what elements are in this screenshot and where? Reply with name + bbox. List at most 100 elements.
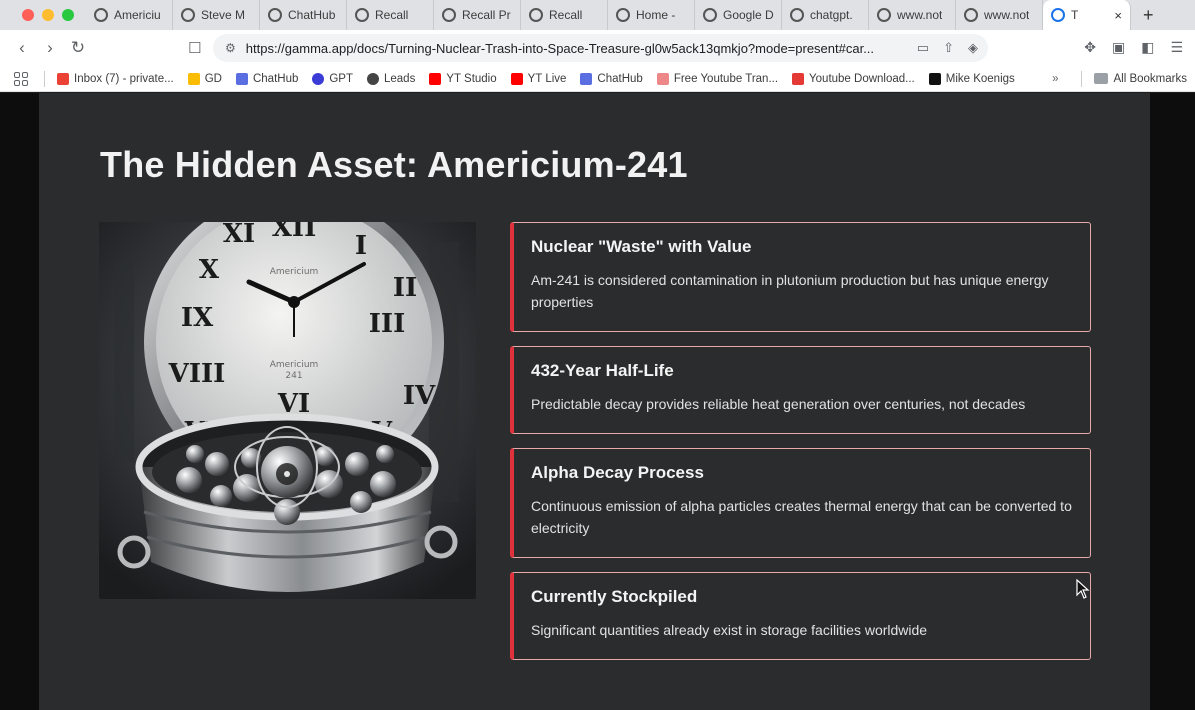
bookmark-label: GD bbox=[204, 72, 222, 85]
slide-title: The Hidden Asset: Americium-241 bbox=[100, 144, 688, 185]
tab-favicon-icon bbox=[181, 8, 195, 22]
bookmark-label: Leads bbox=[384, 72, 416, 85]
bookmark-item[interactable]: Youtube Download... bbox=[792, 72, 915, 85]
svg-text:IV: IV bbox=[403, 381, 436, 411]
tab-favicon-icon bbox=[442, 8, 456, 22]
more-bookmarks-button[interactable]: » bbox=[1052, 73, 1058, 85]
clock-label-number: 241 bbox=[285, 371, 302, 381]
share-icon[interactable]: ⇧ bbox=[943, 40, 954, 56]
brave-shield-icon[interactable]: ◈ bbox=[968, 40, 978, 56]
tab-active[interactable]: T × bbox=[1043, 0, 1131, 30]
tab-favicon-icon bbox=[616, 8, 630, 22]
all-bookmarks-label: All Bookmarks bbox=[1113, 72, 1188, 85]
site-info-icon[interactable]: ⚙ bbox=[225, 41, 236, 55]
bookmark-item[interactable]: Mike Koenigs bbox=[928, 72, 1015, 85]
bookmarks-separator bbox=[1080, 70, 1082, 87]
tab-bar: Americiu Steve M ChatHub Recall Recall P… bbox=[0, 0, 1195, 30]
youtube-icon bbox=[510, 72, 523, 85]
tab-label: Steve M bbox=[201, 8, 246, 22]
tab-label: ChatHub bbox=[288, 8, 336, 22]
svg-text:II: II bbox=[393, 273, 417, 303]
tab[interactable]: Google D bbox=[695, 0, 782, 30]
tab[interactable]: Recall Pr bbox=[434, 0, 521, 30]
card-body: Predictable decay provides reliable heat… bbox=[531, 396, 1026, 412]
bookmark-item[interactable]: GD bbox=[187, 72, 222, 85]
close-window-button[interactable] bbox=[22, 9, 34, 21]
bookmark-label: YT Live bbox=[527, 72, 567, 85]
gmail-icon bbox=[57, 72, 69, 85]
americium-clock-image: XII I II III IV V VI VII VIII IX X XI Am… bbox=[99, 222, 476, 599]
clock-label-top: Americium bbox=[270, 267, 319, 277]
card-heading: Alpha Decay Process bbox=[531, 463, 704, 482]
bookmark-item[interactable]: ChatHub bbox=[235, 72, 299, 85]
minimize-window-button[interactable] bbox=[42, 9, 54, 21]
tab-label: Recall bbox=[375, 8, 409, 22]
all-bookmarks-button[interactable]: All Bookmarks bbox=[1093, 72, 1188, 85]
sidebar-icon[interactable]: ◧ bbox=[1141, 39, 1154, 56]
new-tab-button[interactable]: + bbox=[1143, 5, 1154, 26]
tab-favicon-icon bbox=[964, 8, 978, 22]
drive-icon bbox=[187, 72, 200, 85]
bookmark-item[interactable]: Inbox (7) - private... bbox=[57, 72, 174, 85]
card-body: Significant quantities already exist in … bbox=[531, 622, 928, 638]
tab[interactable]: Recall bbox=[347, 0, 434, 30]
svg-text:XI: XI bbox=[223, 222, 255, 249]
svg-text:X: X bbox=[199, 255, 220, 285]
bookmark-item[interactable]: YT Live bbox=[510, 72, 567, 85]
card-body: Continuous emission of alpha particles c… bbox=[531, 498, 1072, 536]
tab[interactable]: chatgpt. bbox=[782, 0, 869, 30]
tab-favicon-icon bbox=[703, 8, 717, 22]
feature-card: 432-Year Half-Life Predictable decay pro… bbox=[510, 346, 1091, 434]
bookmark-label: ChatHub bbox=[252, 72, 299, 85]
tab[interactable]: www.not bbox=[869, 0, 956, 30]
address-bar[interactable]: ⚙ https://gamma.app/docs/Turning-Nuclear… bbox=[213, 34, 988, 62]
close-tab-icon[interactable]: × bbox=[1114, 8, 1122, 23]
tab[interactable]: www.not bbox=[956, 0, 1043, 30]
bookmarks-separator bbox=[44, 70, 45, 87]
svg-text:I: I bbox=[355, 231, 367, 261]
bookmark-item[interactable]: Free Youtube Tran... bbox=[656, 72, 778, 85]
gamma-favicon-icon bbox=[1051, 8, 1065, 22]
tab-label: chatgpt. bbox=[810, 8, 853, 22]
tab[interactable]: ChatHub bbox=[260, 0, 347, 30]
tab[interactable]: Americiu bbox=[86, 0, 173, 30]
bookmark-icon[interactable]: ☐ bbox=[188, 39, 201, 57]
svg-text:VIII: VIII bbox=[168, 359, 226, 389]
card-body: Am-241 is considered contamination in pl… bbox=[531, 272, 1049, 310]
download-icon bbox=[792, 72, 805, 85]
tab[interactable]: Home - bbox=[608, 0, 695, 30]
tab-favicon-icon bbox=[94, 8, 108, 22]
tab-label: www.not bbox=[897, 8, 943, 22]
bookmark-item[interactable]: GPT bbox=[312, 72, 353, 85]
apps-grid-icon[interactable] bbox=[14, 71, 28, 86]
tab-label: Recall Pr bbox=[462, 8, 511, 22]
chathub-icon bbox=[580, 72, 593, 85]
tab-strip: Americiu Steve M ChatHub Recall Recall P… bbox=[86, 0, 1131, 30]
mouse-cursor-icon bbox=[1076, 579, 1090, 599]
bookmark-item[interactable]: Leads bbox=[367, 72, 416, 85]
url-text[interactable]: https://gamma.app/docs/Turning-Nuclear-T… bbox=[246, 41, 886, 56]
reader-icon[interactable]: ▣ bbox=[1112, 39, 1125, 56]
browser-window: Americiu Steve M ChatHub Recall Recall P… bbox=[0, 0, 1195, 710]
transcript-icon bbox=[656, 72, 669, 85]
bookmark-label: Mike Koenigs bbox=[945, 72, 1015, 85]
back-button[interactable]: ‹ bbox=[10, 38, 34, 58]
tab[interactable]: Steve M bbox=[173, 0, 260, 30]
extensions-icon[interactable]: ✥ bbox=[1084, 39, 1096, 56]
tab-favicon-icon bbox=[790, 8, 804, 22]
forward-button[interactable]: › bbox=[38, 38, 62, 58]
tab[interactable]: Recall bbox=[521, 0, 608, 30]
zoom-window-button[interactable] bbox=[62, 9, 74, 21]
bookmarks-bar: Inbox (7) - private... GD ChatHub GPT Le… bbox=[0, 66, 1195, 92]
reload-button[interactable]: ↻ bbox=[66, 38, 90, 58]
slide: The Hidden Asset: Americium-241 XII I II… bbox=[39, 93, 1150, 710]
navigation-bar: ‹ › ↻ ☐ ⚙ https://gamma.app/docs/Turning… bbox=[0, 30, 1195, 66]
cast-icon[interactable]: ▭ bbox=[917, 40, 929, 56]
bookmark-label: GPT bbox=[329, 72, 353, 85]
svg-text:III: III bbox=[369, 309, 406, 339]
youtube-icon bbox=[429, 72, 442, 85]
window-controls bbox=[0, 9, 86, 21]
bookmark-item[interactable]: ChatHub bbox=[580, 72, 643, 85]
menu-icon[interactable]: ☰ bbox=[1170, 39, 1183, 56]
bookmark-item[interactable]: YT Studio bbox=[429, 72, 497, 85]
